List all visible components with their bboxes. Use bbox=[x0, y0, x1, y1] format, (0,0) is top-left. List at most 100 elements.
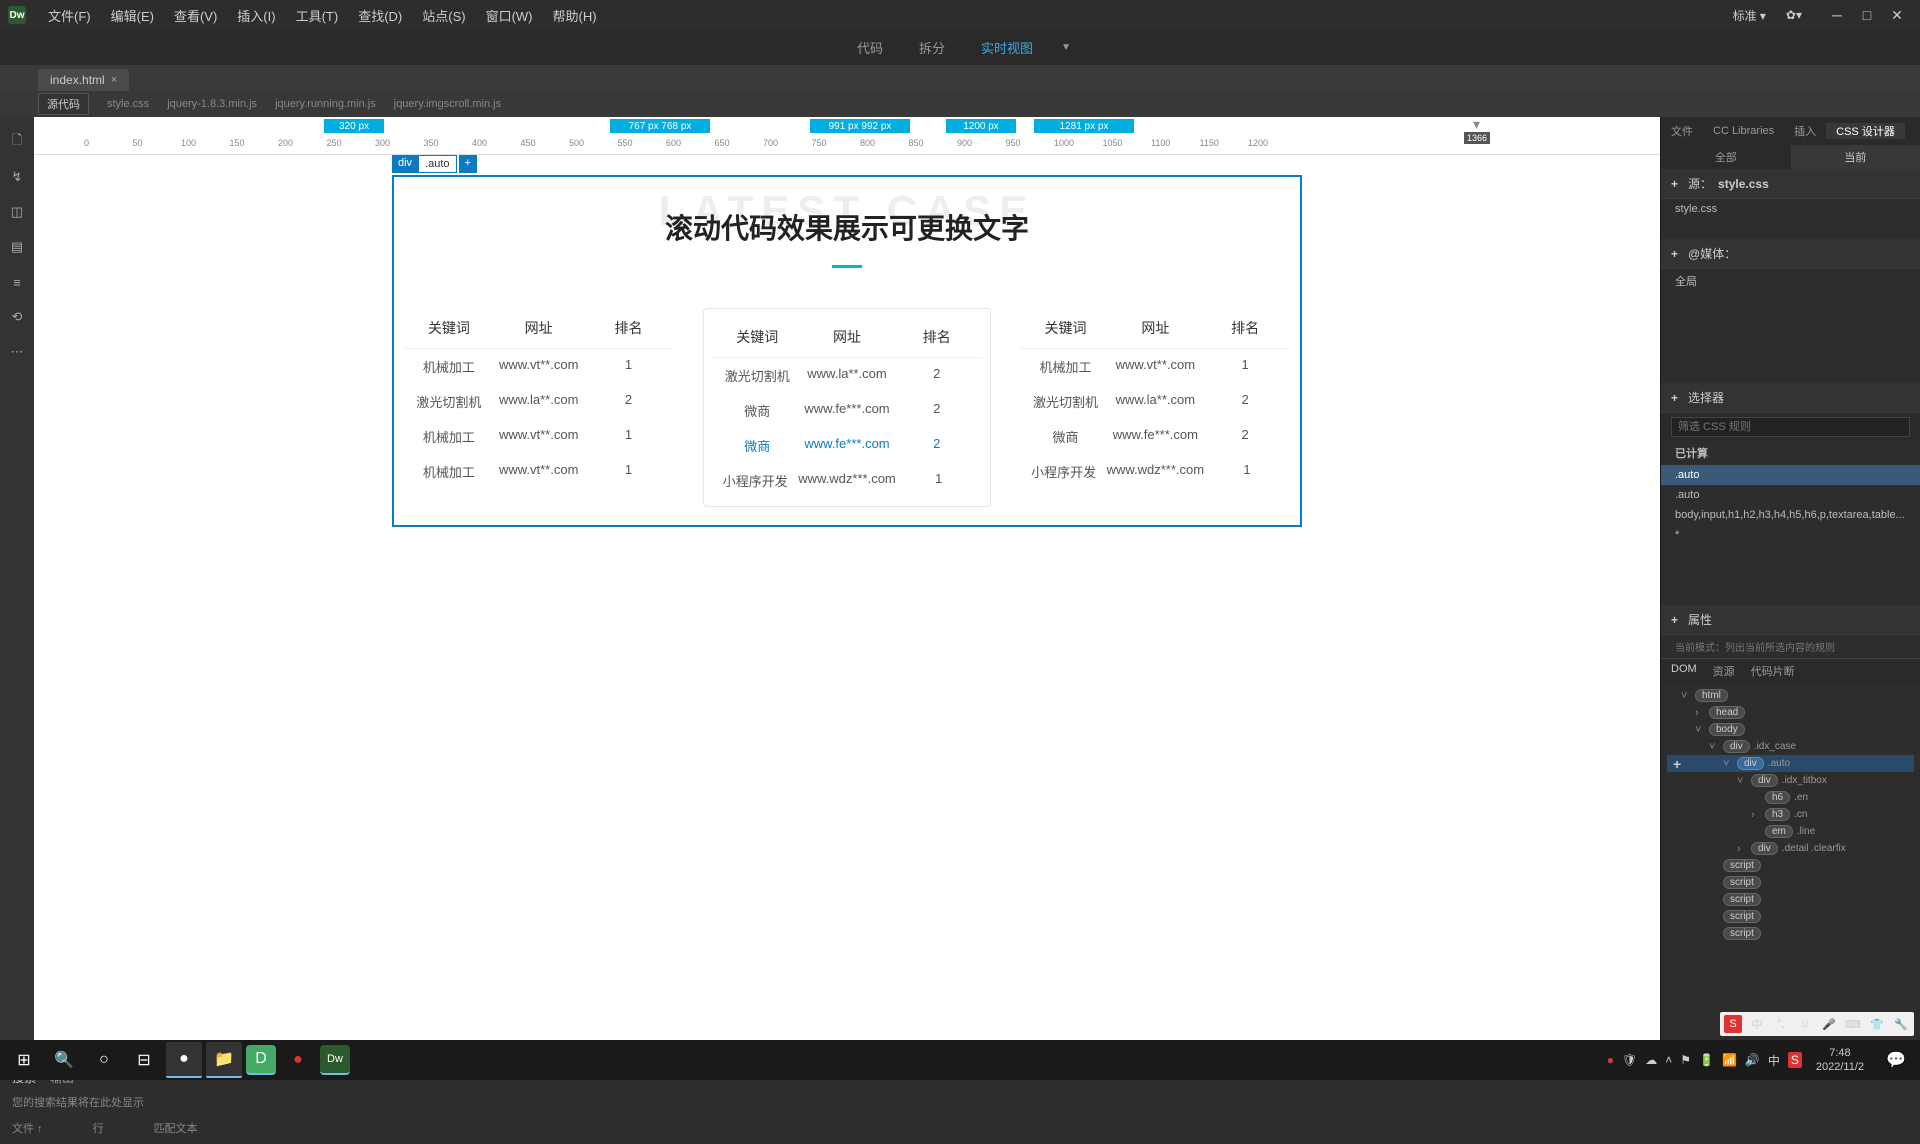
ime-mic-icon[interactable]: 🎤 bbox=[1820, 1015, 1838, 1033]
dom-node[interactable]: em .line bbox=[1667, 823, 1914, 840]
subfile-0[interactable]: 源代码 bbox=[38, 93, 89, 115]
table-row[interactable]: 机械加工www.vt**.com1 bbox=[404, 454, 673, 489]
add-media-icon[interactable]: + bbox=[1671, 247, 1678, 261]
selector-row[interactable]: * bbox=[1661, 525, 1920, 545]
menu-窗口(W)[interactable]: 窗口(W) bbox=[476, 6, 543, 25]
table-row[interactable]: 机械加工www.vt**.com1 bbox=[404, 419, 673, 454]
view-dropdown-icon[interactable]: ▼ bbox=[1061, 42, 1071, 53]
ime-keyboard-icon[interactable]: ⌨ bbox=[1844, 1015, 1862, 1033]
tray-volume-icon[interactable]: 🔊 bbox=[1745, 1053, 1760, 1067]
more-tool-icon[interactable]: ⋯ bbox=[7, 342, 27, 362]
subfile-3[interactable]: jquery.running.min.js bbox=[275, 98, 376, 110]
breakpoint[interactable]: 767 px 768 px bbox=[610, 119, 710, 133]
assets-tab[interactable]: 资源 bbox=[1713, 663, 1735, 679]
selector-section-header[interactable]: + 选择器 bbox=[1661, 383, 1920, 413]
tray-s-icon[interactable]: S bbox=[1788, 1052, 1802, 1068]
settings-icon[interactable]: ✿▾ bbox=[1776, 8, 1812, 22]
dom-node[interactable]: ˅div .idx_titbox bbox=[1667, 772, 1914, 789]
tray-shield-icon[interactable]: 🛡 bbox=[1622, 1053, 1637, 1067]
workspace-selector[interactable]: 标准 ▾ bbox=[1723, 7, 1776, 24]
dom-node[interactable]: ˅body bbox=[1667, 721, 1914, 738]
breakpoint[interactable]: 320 px bbox=[324, 119, 384, 133]
split-view-button[interactable]: 拆分 bbox=[911, 34, 953, 61]
media-global-row[interactable]: 全局 bbox=[1661, 269, 1920, 293]
manage-tool-icon[interactable]: ↯ bbox=[7, 167, 27, 187]
tray-up-icon[interactable]: ˄ bbox=[1665, 1053, 1672, 1067]
dom-node[interactable]: ˅html bbox=[1667, 687, 1914, 704]
breakpoint[interactable]: 1281 px px bbox=[1034, 119, 1134, 133]
menu-文件(F)[interactable]: 文件(F) bbox=[38, 6, 101, 25]
tray-notif-icon[interactable]: ● bbox=[1607, 1053, 1614, 1067]
breakpoint[interactable]: 1200 px bbox=[946, 119, 1016, 133]
table-row[interactable]: 激光切割机www.la**.com2 bbox=[1021, 384, 1290, 419]
subfile-4[interactable]: jquery.imgscroll.min.js bbox=[394, 98, 501, 110]
ime-bar[interactable]: S 中 °, ☺ 🎤 ⌨ 👕 🔧 bbox=[1720, 1012, 1914, 1036]
selector-row[interactable]: .auto bbox=[1661, 485, 1920, 505]
dom-add-icon[interactable]: + bbox=[1667, 756, 1687, 772]
dom-node[interactable]: ˅div .auto+ bbox=[1667, 755, 1914, 772]
notification-icon[interactable]: 💬 bbox=[1878, 1042, 1914, 1078]
dom-node[interactable]: h6 .en bbox=[1667, 789, 1914, 806]
subfile-1[interactable]: style.css bbox=[107, 98, 149, 110]
selection-class[interactable]: .auto bbox=[418, 155, 456, 173]
dom-node[interactable]: script bbox=[1667, 857, 1914, 874]
table-row[interactable]: 小程序开发www.wdz***.com1 bbox=[712, 463, 981, 498]
canvas-content[interactable]: div .auto + LATEST CASE 滚动代码效果展示可更换文字 关键… bbox=[34, 155, 1660, 547]
file-tab-index[interactable]: index.html × bbox=[38, 69, 129, 91]
table-row[interactable]: 微商www.fe***.com2 bbox=[712, 393, 981, 428]
tray-cloud-icon[interactable]: ☁ bbox=[1645, 1053, 1657, 1067]
table-row[interactable]: 机械加工www.vt**.com1 bbox=[404, 349, 673, 384]
scope-all[interactable]: 全部 bbox=[1661, 145, 1791, 169]
selector-row[interactable]: body,input,h1,h2,h3,h4,h5,h6,p,textarea,… bbox=[1661, 505, 1920, 525]
menu-查找(D)[interactable]: 查找(D) bbox=[348, 6, 412, 25]
selector-row[interactable]: .auto bbox=[1661, 465, 1920, 485]
rp-tab-2[interactable]: 插入 bbox=[1784, 123, 1826, 139]
table-row[interactable]: 小程序开发www.wdz***.com1 bbox=[1021, 454, 1290, 489]
refresh-tool-icon[interactable]: ⟲ bbox=[7, 307, 27, 327]
table-row[interactable]: 机械加工www.vt**.com1 bbox=[1021, 349, 1290, 384]
ime-emoji-icon[interactable]: ☺ bbox=[1796, 1015, 1814, 1033]
inspect-tool-icon[interactable]: ▤ bbox=[7, 237, 27, 257]
selector-search-input[interactable] bbox=[1671, 417, 1910, 437]
rp-tab-3[interactable]: CSS 设计器 bbox=[1826, 123, 1905, 139]
cortana-icon[interactable]: ○ bbox=[86, 1042, 122, 1078]
dom-node[interactable]: ˅div .idx_case bbox=[1667, 738, 1914, 755]
rp-tab-0[interactable]: 文件 bbox=[1661, 123, 1703, 139]
dom-node[interactable]: script bbox=[1667, 908, 1914, 925]
source-section-header[interactable]: + 源： style.css bbox=[1661, 169, 1920, 199]
menu-编辑(E)[interactable]: 编辑(E) bbox=[101, 6, 164, 25]
table-row[interactable]: 微商www.fe***.com2 bbox=[712, 428, 981, 463]
dom-node[interactable]: script bbox=[1667, 925, 1914, 942]
selected-element[interactable]: div .auto + LATEST CASE 滚动代码效果展示可更换文字 关键… bbox=[392, 175, 1302, 527]
selection-add-button[interactable]: + bbox=[459, 155, 477, 173]
menu-帮助(H)[interactable]: 帮助(H) bbox=[543, 6, 607, 25]
rp-tab-1[interactable]: CC Libraries bbox=[1703, 125, 1784, 137]
snippets-tab[interactable]: 代码片断 bbox=[1751, 663, 1795, 679]
media-section-header[interactable]: + @媒体： bbox=[1661, 239, 1920, 269]
list-tool-icon[interactable]: ≡ bbox=[7, 272, 27, 292]
dreamweaver-icon[interactable]: Dw bbox=[320, 1045, 350, 1075]
menu-站点(S)[interactable]: 站点(S) bbox=[412, 6, 475, 25]
design-tool-icon[interactable]: ◫ bbox=[7, 202, 27, 222]
file-tool-icon[interactable]: 🗋 bbox=[7, 132, 27, 152]
menu-工具(T)[interactable]: 工具(T) bbox=[286, 6, 349, 25]
dom-node[interactable]: script bbox=[1667, 891, 1914, 908]
dom-tab[interactable]: DOM bbox=[1671, 663, 1697, 679]
start-button[interactable]: ⊞ bbox=[6, 1042, 42, 1078]
tray-ime-icon[interactable]: 中 bbox=[1768, 1052, 1780, 1069]
subfile-2[interactable]: jquery-1.8.3.min.js bbox=[167, 98, 257, 110]
table-row[interactable]: 微商www.fe***.com2 bbox=[1021, 419, 1290, 454]
explorer-icon[interactable]: 📁 bbox=[206, 1042, 242, 1078]
app-d-icon[interactable]: D bbox=[246, 1045, 276, 1075]
source-file-row[interactable]: style.css bbox=[1661, 199, 1920, 219]
clock[interactable]: 7:48 2022/11/2 bbox=[1806, 1046, 1874, 1075]
chrome-icon[interactable]: ● bbox=[166, 1042, 202, 1078]
add-selector-icon[interactable]: + bbox=[1671, 391, 1678, 405]
breakpoint[interactable]: 991 px 992 px bbox=[810, 119, 910, 133]
tray-battery-icon[interactable]: 🔋 bbox=[1699, 1053, 1714, 1067]
tray-wifi-icon[interactable]: 📶 bbox=[1722, 1053, 1737, 1067]
live-view-button[interactable]: 实时视图 bbox=[973, 34, 1041, 61]
ime-tool-icon[interactable]: 🔧 bbox=[1892, 1015, 1910, 1033]
dom-node[interactable]: ›head bbox=[1667, 704, 1914, 721]
props-section-header[interactable]: + 属性 bbox=[1661, 605, 1920, 635]
